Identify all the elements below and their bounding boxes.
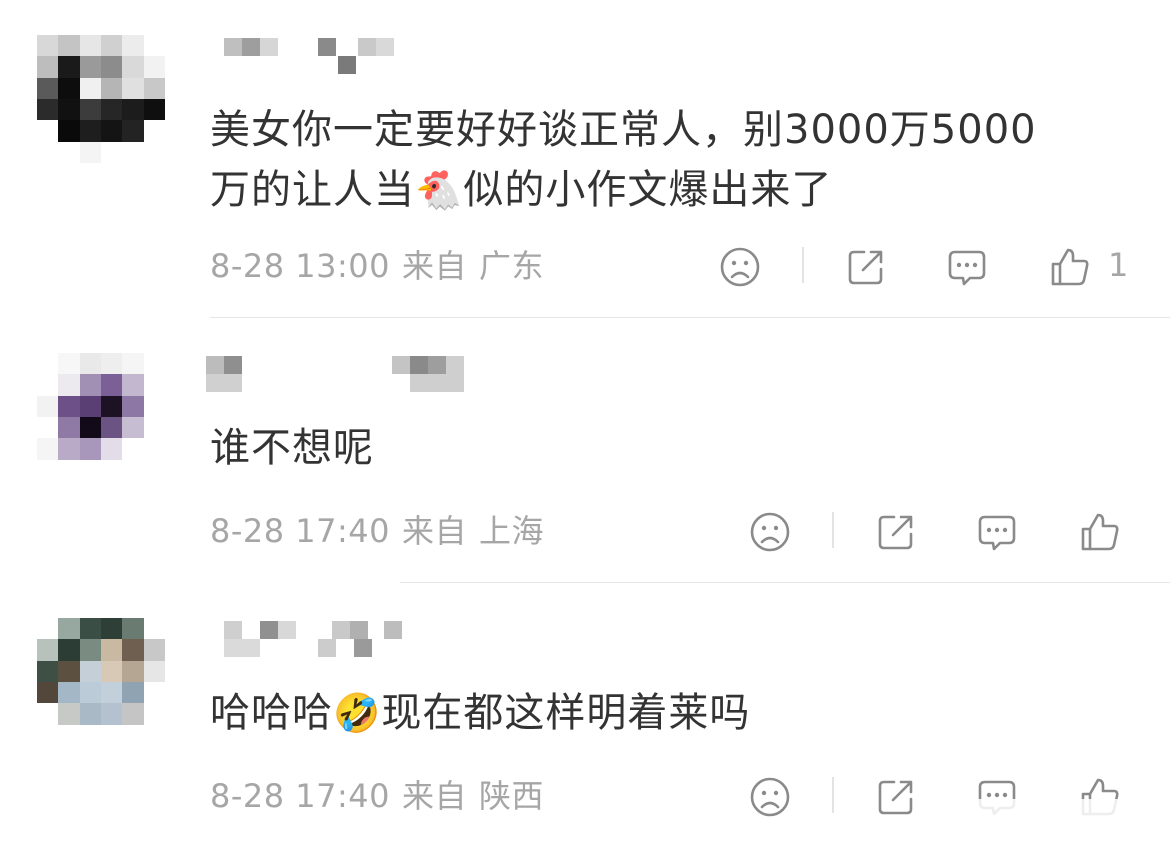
comment-item: 美女你一定要好好谈正常人，别3000万5000 万的让人当🐔似的小作文爆出来了 … [0, 0, 1170, 318]
avatar[interactable] [37, 618, 165, 746]
sad-face-icon[interactable] [749, 511, 791, 553]
action-divider [802, 247, 804, 283]
comment-text-segment: 哈哈哈 [210, 690, 333, 736]
avatar[interactable] [37, 35, 165, 163]
username-blurred-fragment [410, 374, 464, 392]
action-divider [832, 512, 834, 548]
comment-text: 哈哈哈🤣现在都这样明着莱吗 [210, 683, 1140, 743]
comment-actions [0, 508, 1170, 556]
share-icon[interactable] [875, 511, 917, 553]
thumbs-up-icon[interactable] [1079, 511, 1121, 553]
share-icon[interactable] [845, 246, 887, 288]
username-blurred-fragment [206, 374, 242, 392]
rofl-emoji-icon: 🤣 [333, 691, 382, 735]
username-blurred-fragment [354, 639, 372, 657]
like-count: 1 [1108, 246, 1129, 284]
comment-bubble-icon[interactable] [946, 246, 988, 288]
comment-text-segment: 万的让人当 [210, 167, 415, 213]
comment-text-segment: 似的小作文爆出来了 [463, 167, 833, 213]
comment-item: 谁不想呢 8-28 17:40 来自 上海 [0, 318, 1170, 583]
thumbs-up-icon[interactable] [1049, 246, 1091, 288]
comment-text: 美女你一定要好好谈正常人，别3000万5000 万的让人当🐔似的小作文爆出来了 [210, 100, 1140, 220]
username-blurred-fragment [318, 639, 336, 657]
username-blurred[interactable] [224, 38, 394, 78]
avatar[interactable] [37, 353, 165, 481]
comment-text-line: 美女你一定要好好谈正常人，别3000万5000 [210, 107, 1037, 153]
comment-text-segment: 现在都这样明着莱吗 [381, 690, 751, 736]
chicken-emoji-icon: 🐔 [415, 168, 464, 212]
watermark-overlay [938, 799, 1168, 835]
action-divider [832, 777, 834, 813]
username-blurred-fragment [224, 639, 260, 657]
sad-face-icon[interactable] [719, 246, 761, 288]
sad-face-icon[interactable] [749, 776, 791, 818]
comment-actions: 1 [0, 243, 1170, 291]
comment-text-line: 万的让人当🐔似的小作文爆出来了 [210, 160, 1140, 220]
username-blurred-fragment [338, 56, 356, 74]
share-icon[interactable] [875, 776, 917, 818]
comment-text: 谁不想呢 [210, 425, 374, 471]
comment-bubble-icon[interactable] [976, 511, 1018, 553]
